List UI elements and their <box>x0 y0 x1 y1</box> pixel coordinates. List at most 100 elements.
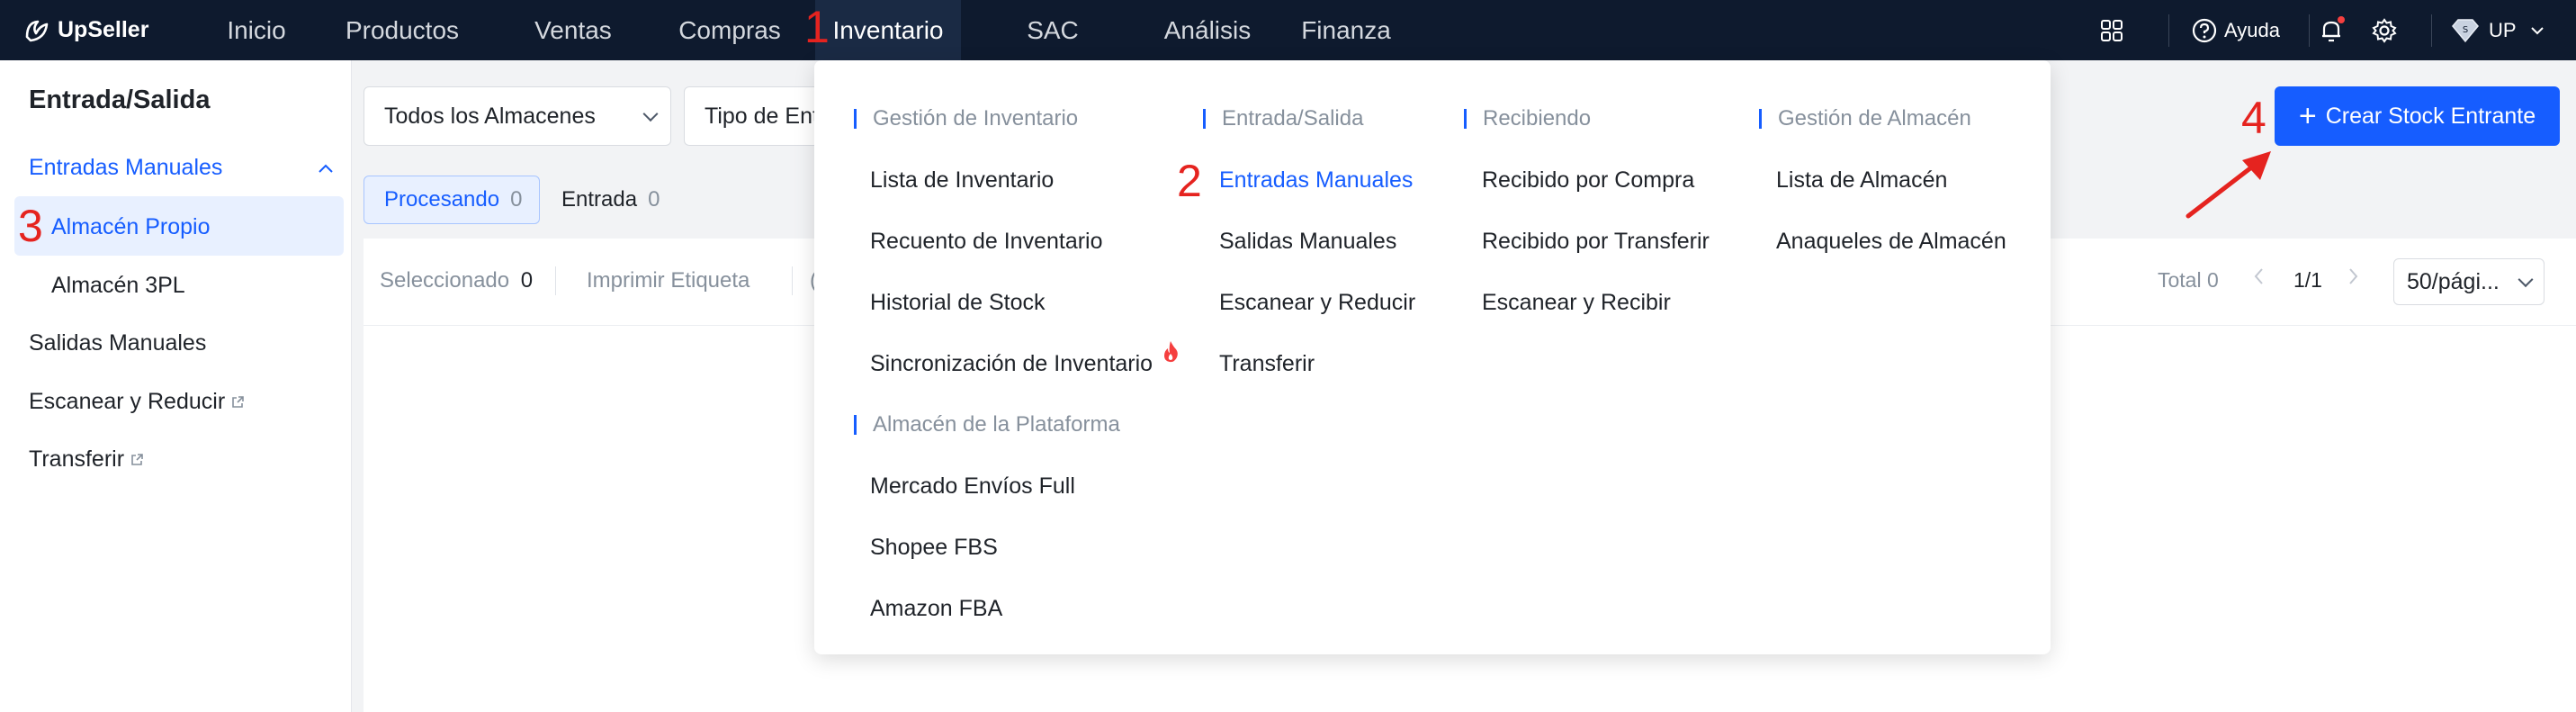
fire-icon <box>1164 341 1178 363</box>
menu-item-recibido-compra[interactable]: Recibido por Compra <box>1482 167 1694 194</box>
pager-total: Total 0 <box>2158 268 2219 292</box>
sidebar-item-escanear-reducir[interactable]: Escanear y Reducir <box>29 389 245 415</box>
toolbar-separator <box>792 266 793 295</box>
sidebar-item-label: Escanear y Reducir <box>29 389 226 414</box>
help-button[interactable]: Ayuda <box>2192 0 2280 60</box>
annotation-2: 2 <box>1177 156 1202 206</box>
menu-item-lista-almacen[interactable]: Lista de Almacén <box>1776 167 1947 194</box>
tab-entrada[interactable]: Entrada 0 <box>561 176 660 224</box>
menu-item-escanear-reducir[interactable]: Escanear y Reducir <box>1219 290 1415 316</box>
chevron-up-icon <box>319 164 333 173</box>
menu-heading-text: Almacén de la Plataforma <box>873 412 1120 437</box>
prev-page-button[interactable] <box>2251 266 2267 292</box>
user-menu[interactable]: S UP <box>2449 0 2545 60</box>
nav-label: Inventario <box>832 15 944 44</box>
nav-item-ventas[interactable]: Ventas <box>522 0 624 60</box>
sidebar-item-transferir[interactable]: Transferir <box>29 446 144 473</box>
menu-heading-recibiendo: Recibiendo <box>1464 106 1591 131</box>
nav-label: Análisis <box>1163 15 1252 44</box>
menu-heading-text: Entrada/Salida <box>1222 106 1364 131</box>
menu-item-transferir[interactable]: Transferir <box>1219 351 1315 377</box>
brand-name: UpSeller <box>58 17 149 42</box>
upseller-logo-icon <box>25 20 49 41</box>
annotation-arrow <box>2186 151 2271 219</box>
apps-grid-icon[interactable] <box>2100 0 2123 60</box>
menu-item-shopee-fbs[interactable]: Shopee FBS <box>870 535 998 561</box>
heading-accent-bar <box>1759 109 1762 129</box>
sidebar-item-salidas-manuales[interactable]: Salidas Manuales <box>29 330 206 356</box>
gear-icon[interactable] <box>2372 0 2397 60</box>
heading-accent-bar <box>854 109 857 129</box>
upseller-logo[interactable]: UpSeller <box>23 0 148 60</box>
sidebar-item-almacen-3pl[interactable]: Almacén 3PL <box>51 273 185 299</box>
nav-divider <box>2168 14 2169 47</box>
pager-page: 1/1 <box>2293 268 2322 292</box>
menu-item-recibido-transferir[interactable]: Recibido por Transferir <box>1482 229 1710 255</box>
external-link-icon <box>232 395 244 408</box>
sidebar-item-label: Almacén Propio <box>51 214 211 239</box>
diamond-avatar-icon: S <box>2452 18 2479 42</box>
chevron-down-icon <box>642 106 659 122</box>
create-inbound-stock-label: Crear Stock Entrante <box>2325 103 2536 129</box>
chevron-right-icon <box>2349 268 2358 284</box>
tab-count: 0 <box>648 187 660 212</box>
top-navigation-bar: UpSeller Inicio Productos Ventas Compras… <box>0 0 2576 60</box>
nav-item-productos[interactable]: Productos <box>335 0 470 60</box>
annotation-4: 4 <box>2241 93 2266 143</box>
menu-item-historial-stock[interactable]: Historial de Stock <box>870 290 1046 316</box>
tab-procesando[interactable]: Procesando 0 <box>364 176 540 224</box>
menu-item-sincronizacion-inventario[interactable]: Sincronización de Inventario <box>870 351 1153 377</box>
nav-label: SAC <box>1027 15 1079 44</box>
menu-item-anaqueles-almacen[interactable]: Anaqueles de Almacén <box>1776 229 2006 255</box>
apps-grid-icon-svg <box>2101 19 2123 41</box>
menu-heading-text: Gestión de Inventario <box>873 106 1079 131</box>
menu-item-mercado-envios-full[interactable]: Mercado Envíos Full <box>870 473 1075 500</box>
nav-label: Inicio <box>227 15 286 44</box>
menu-heading-text: Recibiendo <box>1483 106 1592 131</box>
menu-item-amazon-fba[interactable]: Amazon FBA <box>870 596 1002 622</box>
sidebar-item-label: Entradas Manuales <box>29 154 223 180</box>
warehouse-select-value: Todos los Almacenes <box>384 103 596 129</box>
sidebar-item-label: Transferir <box>29 446 125 472</box>
nav-item-inicio[interactable]: Inicio <box>211 0 302 60</box>
warehouse-select[interactable]: Todos los Almacenes <box>364 86 671 146</box>
sidebar-item-label: Almacén 3PL <box>51 273 185 298</box>
nav-item-finanza[interactable]: Finanza <box>1292 0 1400 60</box>
page-size-select[interactable]: 50/pági... <box>2393 258 2545 305</box>
annotation-1: 1 <box>804 2 830 52</box>
nav-divider <box>2309 14 2310 47</box>
menu-item-recuento-inventario[interactable]: Recuento de Inventario <box>870 229 1103 255</box>
menu-heading-gestion-almacen: Gestión de Almacén <box>1759 106 1971 131</box>
nav-label: Compras <box>678 15 781 44</box>
menu-item-salidas-manuales[interactable]: Salidas Manuales <box>1219 229 1396 255</box>
sidebar-item-almacen-propio[interactable]: Almacén Propio <box>51 214 210 240</box>
notification-dot <box>2338 16 2345 23</box>
sidebar-item-entradas-manuales[interactable]: Entradas Manuales <box>29 154 335 181</box>
entry-type-select-value: Tipo de Ent <box>705 103 819 129</box>
nav-item-inventario[interactable]: Inventario <box>815 0 961 60</box>
nav-label: Productos <box>345 15 460 44</box>
tab-count: 0 <box>510 187 523 212</box>
nav-item-analisis[interactable]: Análisis <box>1135 0 1279 60</box>
menu-item-escanear-recibir[interactable]: Escanear y Recibir <box>1482 290 1671 316</box>
user-label: UP <box>2489 18 2517 41</box>
heading-accent-bar <box>1464 109 1467 129</box>
bell-icon[interactable] <box>2320 0 2343 60</box>
create-inbound-stock-button[interactable]: + Crear Stock Entrante <box>2275 86 2560 146</box>
print-label-button[interactable]: Imprimir Etiqueta <box>587 268 749 293</box>
menu-heading-text: Gestión de Almacén <box>1778 106 1971 131</box>
nav-label: Finanza <box>1301 15 1391 44</box>
gear-icon-svg <box>2372 17 2397 43</box>
menu-item-lista-inventario[interactable]: Lista de Inventario <box>870 167 1054 194</box>
nav-item-sac[interactable]: SAC <box>1015 0 1091 60</box>
next-page-button[interactable] <box>2345 266 2361 292</box>
help-label: Ayuda <box>2224 18 2280 41</box>
sidebar-item-label: Salidas Manuales <box>29 330 207 356</box>
tab-label: Entrada <box>561 187 638 212</box>
nav-item-compras[interactable]: Compras <box>673 0 786 60</box>
sidebar-title: Entrada/Salida <box>29 86 211 114</box>
chevron-down-icon <box>2518 272 2534 288</box>
menu-item-entradas-manuales[interactable]: Entradas Manuales <box>1219 167 1413 194</box>
heading-accent-bar <box>854 415 857 435</box>
nav-label: Ventas <box>534 15 612 44</box>
